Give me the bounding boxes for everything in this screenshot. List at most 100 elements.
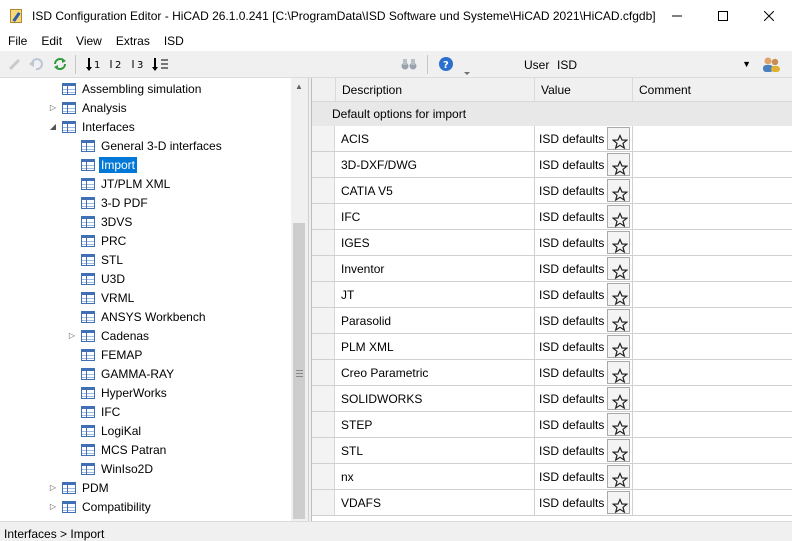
row-value-cell[interactable]: ISD defaults bbox=[534, 230, 632, 255]
tree-item[interactable]: General 3-D interfaces bbox=[81, 136, 224, 155]
row-value-cell[interactable]: ISD defaults bbox=[534, 464, 632, 489]
favorite-button[interactable] bbox=[607, 257, 630, 280]
tree-item[interactable]: FEMAP bbox=[81, 345, 144, 364]
table-row[interactable]: STL ISD defaults bbox=[312, 438, 792, 464]
row-comment-cell[interactable] bbox=[632, 178, 792, 203]
tree-item[interactable]: ▷ PDM bbox=[50, 478, 111, 497]
column-description[interactable]: Description bbox=[335, 78, 534, 102]
tree-scrollbar[interactable]: ▲ bbox=[291, 78, 308, 521]
row-header[interactable] bbox=[312, 178, 335, 203]
row-value-cell[interactable]: ISD defaults bbox=[534, 334, 632, 359]
tree-item[interactable]: HyperWorks bbox=[81, 383, 169, 402]
table-row[interactable]: STEP ISD defaults bbox=[312, 412, 792, 438]
table-row[interactable]: Inventor ISD defaults bbox=[312, 256, 792, 282]
tree-item[interactable]: MCS Patran bbox=[81, 440, 168, 459]
row-comment-cell[interactable] bbox=[632, 256, 792, 281]
row-header[interactable] bbox=[312, 386, 335, 411]
row-value-cell[interactable]: ISD defaults bbox=[534, 126, 632, 151]
tree-item[interactable]: WinIso2D bbox=[81, 459, 155, 478]
tree-item[interactable]: 3DVS bbox=[81, 212, 134, 231]
row-value-cell[interactable]: ISD defaults bbox=[534, 412, 632, 437]
tree-item[interactable]: ◢ Interfaces bbox=[50, 117, 137, 136]
close-button[interactable] bbox=[746, 0, 792, 31]
refresh-button[interactable] bbox=[51, 55, 69, 73]
column-comment[interactable]: Comment bbox=[632, 78, 792, 102]
tree-item[interactable]: STL bbox=[81, 250, 125, 269]
level-1-button[interactable]: 1 bbox=[86, 55, 104, 73]
table-row[interactable]: JT ISD defaults bbox=[312, 282, 792, 308]
favorite-button[interactable] bbox=[607, 335, 630, 358]
row-value-cell[interactable]: ISD defaults bbox=[534, 360, 632, 385]
table-row[interactable]: PLM XML ISD defaults bbox=[312, 334, 792, 360]
favorite-button[interactable] bbox=[607, 153, 630, 176]
tree-item[interactable]: IFC bbox=[81, 402, 122, 421]
edit-button[interactable] bbox=[6, 55, 24, 73]
tree-item[interactable]: ▷ Cadenas bbox=[69, 326, 151, 345]
table-row[interactable]: ACIS ISD defaults bbox=[312, 126, 792, 152]
splitter-grip[interactable] bbox=[296, 370, 303, 378]
maximize-button[interactable] bbox=[700, 0, 746, 31]
row-header[interactable] bbox=[312, 126, 335, 151]
column-value[interactable]: Value bbox=[534, 78, 632, 102]
find-button[interactable] bbox=[400, 55, 418, 73]
row-comment-cell[interactable] bbox=[632, 308, 792, 333]
row-value-cell[interactable]: ISD defaults bbox=[534, 256, 632, 281]
row-header[interactable] bbox=[312, 412, 335, 437]
expand-all-button[interactable] bbox=[152, 55, 170, 73]
row-header[interactable] bbox=[312, 308, 335, 333]
level-3-button[interactable]: 3 bbox=[130, 55, 148, 73]
row-header[interactable] bbox=[312, 230, 335, 255]
row-header[interactable] bbox=[312, 282, 335, 307]
row-header[interactable] bbox=[312, 152, 335, 177]
row-value-cell[interactable]: ISD defaults bbox=[534, 152, 632, 177]
favorite-button[interactable] bbox=[607, 361, 630, 384]
favorite-button[interactable] bbox=[607, 413, 630, 436]
row-header[interactable] bbox=[312, 490, 335, 515]
row-comment-cell[interactable] bbox=[632, 360, 792, 385]
collapsed-arrow-icon[interactable]: ▷ bbox=[48, 501, 58, 511]
favorite-button[interactable] bbox=[607, 283, 630, 306]
collapsed-arrow-icon[interactable]: ▷ bbox=[48, 102, 58, 112]
favorite-button[interactable] bbox=[607, 127, 630, 150]
table-row[interactable]: SOLIDWORKS ISD defaults bbox=[312, 386, 792, 412]
table-row[interactable]: CATIA V5 ISD defaults bbox=[312, 178, 792, 204]
undo-button[interactable] bbox=[27, 55, 45, 73]
menu-extras[interactable]: Extras bbox=[109, 34, 157, 48]
tree-item[interactable]: ▷ Analysis bbox=[50, 98, 129, 117]
menu-isd[interactable]: ISD bbox=[157, 34, 191, 48]
row-comment-cell[interactable] bbox=[632, 490, 792, 515]
row-comment-cell[interactable] bbox=[632, 282, 792, 307]
row-comment-cell[interactable] bbox=[632, 126, 792, 151]
minimize-button[interactable] bbox=[654, 0, 700, 31]
help-button[interactable]: ? bbox=[437, 55, 455, 73]
tree-item[interactable]: ANSYS Workbench bbox=[81, 307, 208, 326]
row-value-cell[interactable]: ISD defaults bbox=[534, 386, 632, 411]
tree-item[interactable]: Assembling simulation bbox=[62, 79, 203, 98]
row-comment-cell[interactable] bbox=[632, 152, 792, 177]
row-comment-cell[interactable] bbox=[632, 204, 792, 229]
favorite-button[interactable] bbox=[607, 179, 630, 202]
favorite-button[interactable] bbox=[607, 309, 630, 332]
row-header[interactable] bbox=[312, 256, 335, 281]
favorite-button[interactable] bbox=[607, 205, 630, 228]
table-row[interactable]: nx ISD defaults bbox=[312, 464, 792, 490]
user-select[interactable]: ISD ▼ bbox=[553, 55, 755, 75]
tree-item[interactable]: LogiKal bbox=[81, 421, 143, 440]
row-comment-cell[interactable] bbox=[632, 334, 792, 359]
row-header[interactable] bbox=[312, 334, 335, 359]
table-row[interactable]: IGES ISD defaults bbox=[312, 230, 792, 256]
row-value-cell[interactable]: ISD defaults bbox=[534, 308, 632, 333]
tree-item[interactable]: PRC bbox=[81, 231, 128, 250]
table-row[interactable]: IFC ISD defaults bbox=[312, 204, 792, 230]
row-value-cell[interactable]: ISD defaults bbox=[534, 490, 632, 515]
level-2-button[interactable]: 2 bbox=[108, 55, 126, 73]
menu-file[interactable]: File bbox=[0, 34, 34, 48]
row-header[interactable] bbox=[312, 204, 335, 229]
tree-item[interactable]: JT/PLM XML bbox=[81, 174, 172, 193]
row-comment-cell[interactable] bbox=[632, 464, 792, 489]
favorite-button[interactable] bbox=[607, 491, 630, 514]
row-comment-cell[interactable] bbox=[632, 230, 792, 255]
row-header[interactable] bbox=[312, 464, 335, 489]
scroll-up-icon[interactable]: ▲ bbox=[295, 82, 303, 91]
collapsed-arrow-icon[interactable]: ▷ bbox=[48, 482, 58, 492]
